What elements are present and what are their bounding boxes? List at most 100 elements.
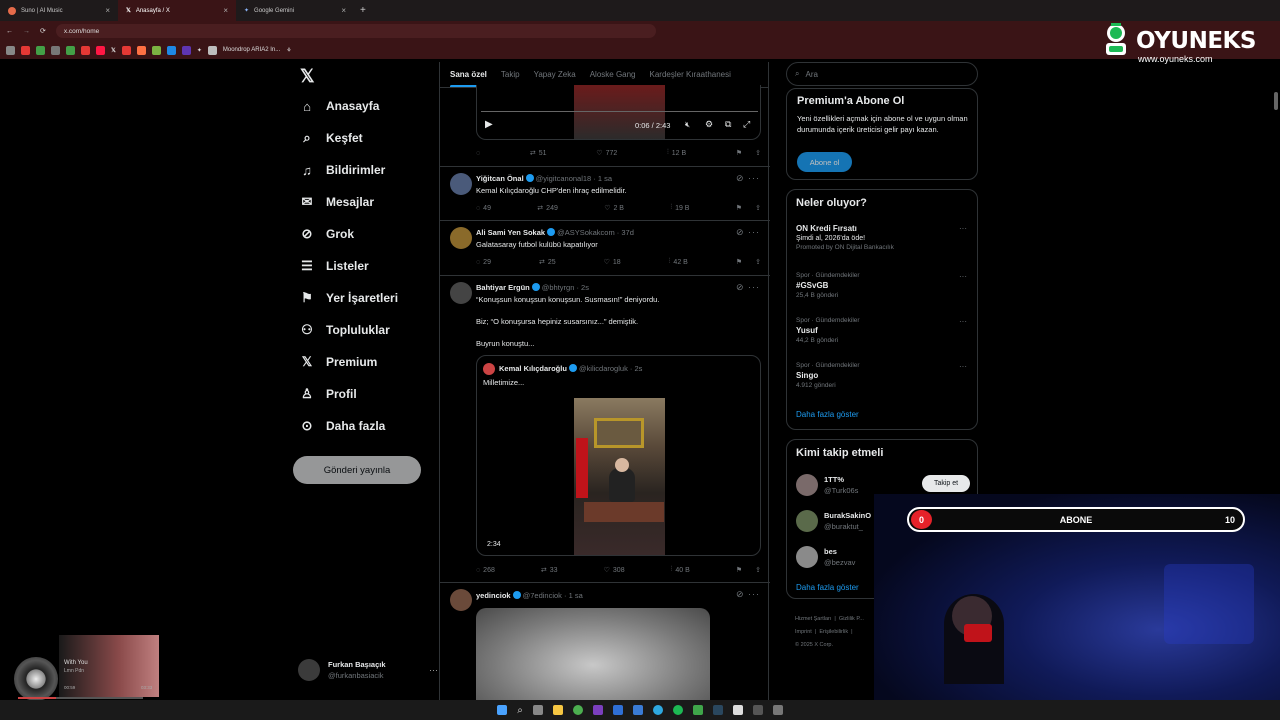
tab-ai[interactable]: Yapay Zeka [534,70,576,79]
views-button[interactable]: ⫶ 42 B [669,258,688,266]
tab-gemini[interactable]: ✦ Google Gemini × [236,0,354,21]
app-icon[interactable] [692,705,703,715]
file-explorer-icon[interactable] [552,705,563,715]
more-dots-icon[interactable]: ··· [959,362,967,371]
retweet-button[interactable]: ⇄ 249 [537,204,558,213]
url-field[interactable]: x.com/home [55,24,656,38]
nav-lists[interactable]: ☰ Listeler [290,250,430,282]
pip-icon[interactable]: ⧉ [725,119,731,130]
bookmark-button[interactable]: ⚑ ⇪ [736,149,761,157]
gmail-icon[interactable] [21,45,30,55]
youtube-icon[interactable] [96,45,105,55]
share-icon[interactable]: ⇪ [755,566,761,574]
forward-icon[interactable]: → [23,28,30,35]
share-icon[interactable]: ⇪ [755,149,761,157]
quote-author[interactable]: Kemal Kılıçdaroğlu [499,364,567,373]
views-button[interactable]: ⫶ 40 B [671,566,690,574]
bookmark-icon[interactable] [51,45,60,55]
app-icon[interactable] [752,705,763,715]
bookmark-icon[interactable] [121,45,131,55]
show-more-trends[interactable]: Daha fazla göster [796,410,859,419]
bookmark-icon[interactable] [36,45,45,55]
telegram-icon[interactable] [652,705,663,715]
author-name[interactable]: Ali Sami Yen Sokak [476,228,545,237]
grok-and-more-icon[interactable]: ⊘ ··· [736,589,760,600]
reply-button[interactable]: ◌ 29 [476,258,491,266]
x-bookmark-icon[interactable]: 𝕏 [111,47,116,54]
nav-notifications[interactable]: ♫ Bildirimler [290,154,430,186]
fullscreen-icon[interactable]: ⤢ [743,119,750,130]
tweet-image[interactable] [476,608,710,703]
like-button[interactable]: ♡ 772 [596,149,617,158]
like-button[interactable]: ♡ 18 [604,258,621,267]
app-icon[interactable] [732,705,743,715]
grok-and-more-icon[interactable]: ⊘ ··· [736,282,760,293]
video-player[interactable]: ▶ 0:06 / 2:43 🔇︎ ⚙ ⧉ ⤢ [476,85,761,140]
trend-item[interactable]: Spor · Gündemdekiler Singo 4.912 gönderi [796,362,860,389]
nav-bookmarks[interactable]: ⚑ Yer İşaretleri [290,282,430,314]
scrollbar-thumb[interactable] [1274,92,1278,110]
task-view-icon[interactable] [532,705,543,715]
bookmark-button[interactable]: ⚑ ⇪ [736,566,761,574]
app-icon[interactable] [612,705,623,715]
close-icon[interactable]: × [223,6,228,15]
tab-suno[interactable]: Suno | AI Music × [0,0,118,21]
show-more-follows[interactable]: Daha fazla göster [796,583,859,592]
tweet[interactable]: Ali Sami Yen Sokak @ASYSokakcom · 37d ⊘ ·… [440,221,770,276]
close-icon[interactable]: × [341,6,346,15]
spotify-icon[interactable] [672,705,683,715]
share-icon[interactable]: ⇪ [755,258,761,266]
subscribe-button[interactable]: Abone ol [797,152,852,172]
apps-icon[interactable] [6,45,15,55]
bookmark-button[interactable]: ⚑ ⇪ [736,204,761,212]
back-icon[interactable]: ← [6,28,13,35]
bookmark-icon[interactable] [136,45,146,55]
avatar[interactable] [450,282,472,304]
author-name[interactable]: yedinciok [476,591,511,600]
tab-for-you[interactable]: Sana özel [450,70,487,87]
search-input[interactable]: ⌕ Ara [786,62,978,86]
new-tab-icon[interactable]: + [360,5,366,16]
play-icon[interactable]: ▶ [485,119,493,130]
search-icon[interactable]: ⌕ [517,705,523,716]
follow-suggestion[interactable]: 1TT% @Turk06s [796,474,858,496]
bookmark-moondrop[interactable]: Moondrop ARIA2 In... [223,47,280,53]
tweet[interactable]: Yiğitcan Önal @yigitcanonal18 · 1 sa ⊘ ··… [440,167,770,221]
grok-and-more-icon[interactable]: ⊘ ··· [736,173,760,184]
avatar[interactable] [450,173,472,195]
more-dots-icon[interactable]: ··· [959,224,967,233]
app-icon[interactable] [592,705,603,715]
retweet-button[interactable]: ⇄ 25 [539,258,556,267]
nav-explore[interactable]: ⌕ Keşfet [290,122,430,154]
footer-link[interactable]: Hizmet Şartları [795,616,831,622]
follow-suggestion[interactable]: BurakSakinO @buraktut_ [796,510,871,532]
footer-link[interactable]: Imprint [795,629,812,635]
quote-video[interactable] [574,398,665,555]
tweet[interactable]: yedinciok @7edinciok · 1 sa ⊘ ··· [440,583,770,703]
close-icon[interactable]: × [105,6,110,15]
tweet-video[interactable]: ▶ 0:06 / 2:43 🔇︎ ⚙ ⧉ ⤢ ◌ ⇄ 51 ♡ 772 ⫶ 12 B … [440,85,770,167]
share-icon[interactable]: ⇪ [755,204,761,212]
bookmark-icon[interactable] [166,45,176,55]
reload-icon[interactable]: ⟳ [40,27,46,35]
video-progress-track[interactable] [481,111,758,112]
footer-link[interactable]: Gizlilik P... [839,616,864,622]
tweet[interactable]: Bahtiyar Ergün @bhtyrgn · 2s ⊘ ··· “Konuş… [440,276,770,583]
app-icon[interactable] [772,705,783,715]
like-button[interactable]: ♡ 308 [604,566,625,575]
tab-aloske-gang[interactable]: Aloske Gang [590,70,636,79]
bookmark-icon[interactable] [151,45,161,55]
views-button[interactable]: ⫶ 19 B [670,204,689,212]
steam-icon[interactable] [712,705,723,715]
nav-profile[interactable]: ♙ Profil [290,378,430,410]
grok-and-more-icon[interactable]: ⊘ ··· [736,227,760,238]
follow-button[interactable]: Takip et [922,475,970,492]
bookmark-button[interactable]: ⚑ ⇪ [736,258,761,266]
follow-suggestion[interactable]: bes @bezvav [796,546,855,568]
tab-x[interactable]: 𝕏 Anasayfa / X × [118,0,236,21]
retweet-button[interactable]: ⇄ 51 [530,149,547,158]
retweet-button[interactable]: ⇄ 33 [541,566,558,575]
author-name[interactable]: Bahtiyar Ergün [476,283,530,292]
more-dots-icon[interactable]: ··· [959,317,967,326]
post-button[interactable]: Gönderi yayınla [293,456,421,484]
